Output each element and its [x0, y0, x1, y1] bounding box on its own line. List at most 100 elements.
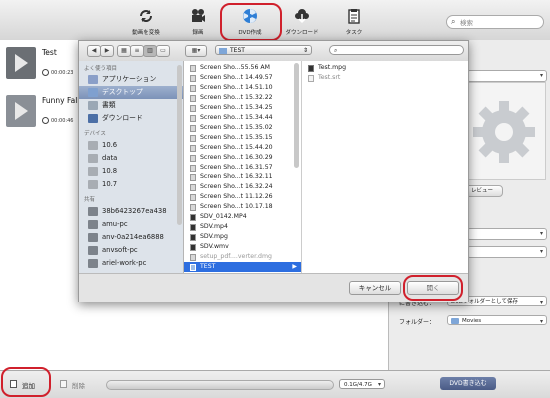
back-button[interactable]: ◀	[87, 45, 101, 57]
dialog-toolbar: ◀ ▶ ▦ ≡ ▥ ▭ ▦▾ TEST ⇕ ⌕	[79, 41, 468, 62]
sidebar-item-label: 10.8	[102, 167, 118, 175]
search-field[interactable]: ⌕ 検索	[446, 15, 544, 29]
file-item[interactable]: SDV.mpg	[184, 232, 301, 242]
convert-video-button[interactable]: 動画を変換	[124, 4, 168, 38]
sidebar-item[interactable]: 書類	[79, 99, 183, 112]
file-icon	[190, 74, 196, 82]
sidebar-item[interactable]: 38b6423267ea438	[79, 205, 183, 218]
file-item[interactable]: Screen Sho...55.56 AM	[184, 63, 301, 73]
sidebar-item[interactable]: ariel-work-pc	[79, 257, 183, 270]
sidebar-item-label: 38b6423267ea438	[102, 207, 167, 215]
file-icon	[190, 244, 196, 252]
file-item[interactable]: Screen Sho...t 16.30.29	[184, 153, 301, 163]
sidebar-item[interactable]: 10.7	[79, 178, 183, 191]
file-item[interactable]: Screen Sho...t 14.51.10	[184, 83, 301, 93]
sidebar-item[interactable]: amu-pc	[79, 218, 183, 231]
option-select-1[interactable]: ▾	[467, 228, 547, 240]
sidebar-item-label: amu-pc	[102, 220, 128, 228]
subtitle-file-icon	[308, 75, 314, 82]
file-item[interactable]: Screen Sho...t 15.34.44	[184, 113, 301, 123]
sidebar-item[interactable]: 10.8	[79, 165, 183, 178]
file-item[interactable]: Screen Sho...t 15.44.20	[184, 143, 301, 153]
sidebar-item[interactable]: デスクトップ	[79, 86, 183, 99]
sidebar-item-label: ariel-work-pc	[102, 259, 147, 267]
folder-select[interactable]: Movies ▾	[447, 315, 547, 325]
file-column-scrollbar[interactable]	[294, 63, 299, 168]
sidebar-section-header: 共有	[84, 197, 96, 203]
record-label: 録画	[192, 30, 204, 36]
file-icon	[190, 214, 196, 222]
sidebar-item-label: 10.6	[102, 141, 118, 149]
file-item[interactable]: Screen Sho...t 14.49.57	[184, 73, 301, 83]
file-item[interactable]: SDV_0142.MP4	[184, 212, 301, 222]
coverflow-view-button[interactable]: ▭	[156, 45, 170, 57]
sidebar-item-label: アプリケーション	[102, 75, 157, 83]
downloads-icon	[88, 114, 98, 123]
file-item[interactable]: Screen Sho...t 16.32.11	[184, 172, 301, 182]
forward-button[interactable]: ▶	[100, 45, 114, 57]
download-icon	[295, 9, 309, 24]
task-icon	[348, 9, 360, 24]
network-computer-icon	[88, 220, 98, 229]
icon-view-button[interactable]: ▦	[117, 45, 131, 57]
file-item[interactable]: Screen Sho...t 10.17.18	[184, 202, 301, 212]
file-icon	[190, 234, 196, 242]
network-computer-icon	[88, 207, 98, 216]
sidebar-item-label: 書類	[102, 101, 116, 109]
list-view-button[interactable]: ≡	[130, 45, 144, 57]
file-item[interactable]: Screen Sho...t 16.31.57	[184, 163, 301, 173]
file-item[interactable]: SDV.mp4	[184, 222, 301, 232]
file-item[interactable]: Screen Sho...t 15.35.02	[184, 123, 301, 133]
burn-dvd-button[interactable]: DVD書き込む	[440, 377, 496, 390]
file-icon	[190, 84, 196, 92]
sidebar-scrollbar[interactable]	[177, 65, 182, 225]
download-button[interactable]: ダウンロード	[280, 4, 324, 38]
folder-item-selected[interactable]: TEST ▶	[184, 262, 301, 272]
video-thumbnail	[6, 47, 36, 79]
file-item[interactable]: Screen Sho...t 15.32.22	[184, 93, 301, 103]
sidebar-item[interactable]: 10.6	[79, 139, 183, 152]
video-title: Funny Fall	[42, 96, 80, 105]
dialog-sidebar: よく使う項目 アプリケーション デスクトップ 書類 ダウンロード デバイス 10.6 data…	[79, 61, 184, 273]
dialog-search-field[interactable]: ⌕	[329, 45, 464, 55]
delete-icon	[60, 380, 67, 388]
dialog-footer: キャンセル 開く	[79, 273, 468, 302]
file-icon	[190, 224, 196, 232]
sidebar-item[interactable]: anvsoft-pc	[79, 244, 183, 257]
file-item[interactable]: Screen Sho...t 16.32.24	[184, 182, 301, 192]
delete-button[interactable]: 削除	[58, 377, 94, 391]
file-icon	[190, 124, 196, 132]
record-button[interactable]: 録画	[176, 4, 220, 38]
file-icon	[190, 114, 196, 122]
sidebar-item[interactable]: アプリケーション	[79, 73, 183, 86]
file-item[interactable]: Screen Sho...t 15.34.25	[184, 103, 301, 113]
disk-icon	[88, 154, 98, 163]
file-icon	[190, 134, 196, 142]
capacity-progress-bar	[106, 380, 334, 390]
file-item[interactable]: Screen Sho...t 15.35.15	[184, 133, 301, 143]
clock-icon	[42, 117, 49, 124]
sidebar-item[interactable]: ダウンロード	[79, 112, 183, 125]
cancel-button[interactable]: キャンセル	[349, 281, 401, 295]
file-item[interactable]: SDV.wmv	[184, 242, 301, 252]
file-icon	[190, 154, 196, 162]
option-select-2[interactable]: ▾	[467, 246, 547, 258]
highlight-ring-add	[1, 367, 51, 397]
arrange-button[interactable]: ▦▾	[185, 45, 207, 57]
column-view-button[interactable]: ▥	[143, 45, 157, 57]
sidebar-item[interactable]: data	[79, 152, 183, 165]
file-icon	[190, 144, 196, 152]
file-item[interactable]: Screen Sho...t 11.12.26	[184, 192, 301, 202]
folder-icon	[190, 264, 196, 271]
main-toolbar: 動画を変換 録画 DVD作成 ダウンロード タスク ⌕ 検索	[0, 0, 550, 41]
format-select[interactable]: ▾	[467, 70, 547, 82]
highlight-ring-dvd	[220, 3, 282, 41]
disk-icon	[88, 167, 98, 176]
task-button[interactable]: タスク	[332, 4, 376, 38]
desktop-icon	[88, 88, 98, 97]
sidebar-item[interactable]: anv-0a214ea6888	[79, 231, 183, 244]
location-popup[interactable]: TEST ⇕	[215, 45, 312, 55]
bottom-bar: 追加 削除 0.1G/4.7G ▾ DVD書き込む	[0, 367, 550, 398]
capacity-select[interactable]: 0.1G/4.7G ▾	[339, 379, 385, 389]
network-computer-icon	[88, 259, 98, 268]
